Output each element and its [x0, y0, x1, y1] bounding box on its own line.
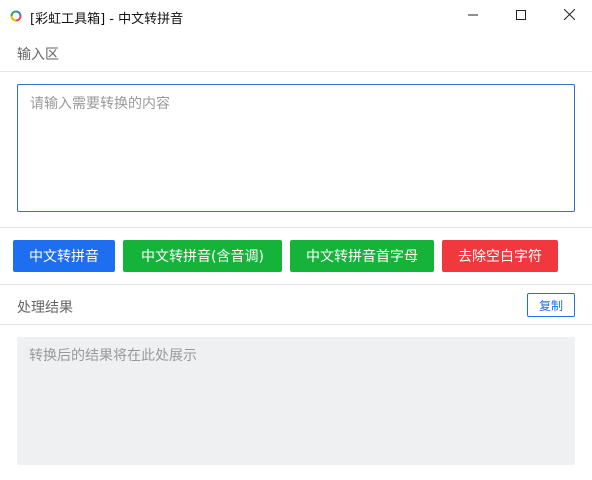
divider — [0, 324, 592, 325]
divider — [0, 227, 592, 228]
copy-button[interactable]: 复制 — [527, 293, 575, 317]
minimize-button[interactable] — [450, 0, 496, 32]
close-icon — [563, 8, 575, 24]
rainbow-ring-icon — [10, 10, 22, 22]
title-bar: [彩虹工具箱] - 中文转拼音 — [0, 0, 592, 32]
result-box[interactable] — [17, 337, 575, 465]
result-section-label: 处理结果 — [17, 300, 73, 316]
divider — [0, 284, 592, 285]
remove-whitespace-button[interactable]: 去除空白字符 — [442, 240, 558, 272]
minimize-icon — [468, 8, 478, 24]
window-title: [彩虹工具箱] - 中文转拼音 — [30, 12, 184, 27]
divider — [0, 71, 592, 72]
maximize-icon — [516, 8, 526, 24]
input-section-label: 输入区 — [17, 47, 59, 63]
to-pinyin-button[interactable]: 中文转拼音 — [13, 240, 115, 272]
result-textarea[interactable] — [17, 337, 575, 465]
input-textarea[interactable] — [18, 85, 574, 211]
close-button[interactable] — [546, 0, 592, 32]
to-pinyin-tone-button[interactable]: 中文转拼音(含音调) — [123, 240, 282, 272]
maximize-button[interactable] — [498, 0, 544, 32]
to-pinyin-initials-button[interactable]: 中文转拼音首字母 — [290, 240, 434, 272]
input-box[interactable] — [17, 84, 575, 212]
